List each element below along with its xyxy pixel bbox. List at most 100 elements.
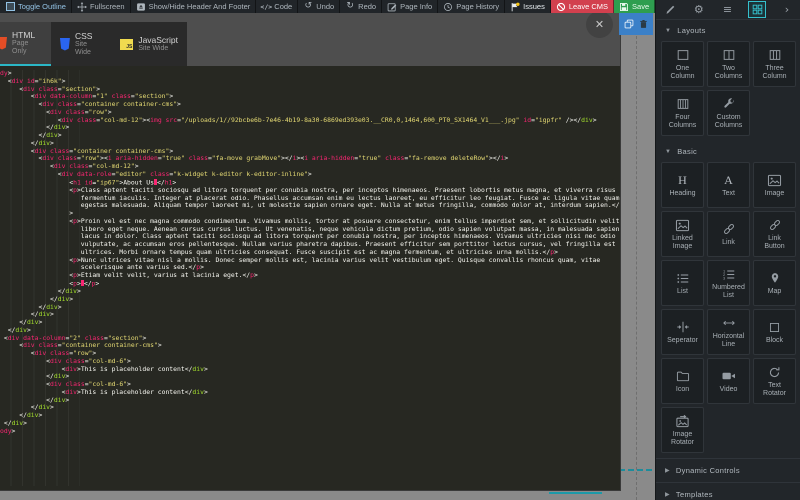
widget-tile-map[interactable]: Map [753, 260, 796, 306]
horizontal-line-icon [722, 316, 736, 331]
toolbar-label: Save [632, 2, 650, 11]
toolbar-page-info-button[interactable]: Page Info [382, 0, 439, 13]
widget-tile-label: Four Columns [668, 113, 697, 129]
widget-tile-label: Seperator [667, 336, 698, 344]
section-header-dynamic-controls[interactable]: ▶ Dynamic Controls [656, 458, 800, 482]
history-icon [443, 2, 453, 12]
numbered-list-icon: 123 [722, 267, 736, 282]
tab-text: HTML Page Only [12, 30, 42, 56]
sidebar-sections: ▼ Layouts One Column Two Columns Three Colum… [656, 20, 800, 500]
leave-icon [556, 2, 566, 12]
widget-tile-icon[interactable]: Icon [661, 358, 704, 404]
toolbar-label: Issues [523, 2, 545, 11]
image-icon [675, 218, 690, 233]
html-file-icon [0, 36, 8, 50]
section-label: Dynamic Controls [675, 466, 740, 475]
toolbar-label: Undo [316, 2, 335, 11]
toolbar-code-button[interactable]: </> Code [256, 0, 299, 13]
toolbar-save-button[interactable]: Save [614, 0, 656, 13]
undo-icon: ↺ [304, 1, 312, 11]
menu-icon[interactable]: ≡ [720, 2, 736, 17]
grid-icon[interactable] [748, 1, 767, 18]
widget-tile-label: List [677, 287, 688, 295]
toolbar-label: Redo [358, 2, 377, 11]
widget-tile-link[interactable]: Link [707, 211, 750, 257]
widget-tile-label: Icon [675, 385, 690, 393]
tab-title: HTML [12, 30, 36, 40]
toolbar-leave-cms-button[interactable]: Leave CMS [550, 0, 615, 13]
tab-text: JavaScript Site Wide [138, 35, 178, 53]
widget-tile-numbered-list[interactable]: 1 2 3 Numbered List [707, 260, 750, 306]
widget-tile-two-columns[interactable]: Two Columns [707, 41, 750, 87]
toolbar-label: Fullscreen [89, 2, 125, 11]
map-pin-icon [769, 271, 781, 286]
widget-tile-block[interactable]: Block [753, 309, 796, 355]
widget-tile-label: One Column [670, 64, 695, 80]
video-icon [721, 369, 736, 384]
tab-html[interactable]: HTML Page Only [0, 22, 51, 66]
tile-grid-layouts: One Column Two Columns Three Column Four Co… [656, 41, 800, 141]
triangle-right-icon: ▶ [665, 492, 670, 498]
toolbar-label: Code [274, 2, 293, 11]
widget-tile-linked-image[interactable]: Linked Image [661, 211, 704, 257]
trash-icon[interactable] [639, 19, 649, 29]
toolbar-show-hide-header-and-footer-button[interactable]: Show/Hide Header And Footer [131, 0, 257, 13]
row-actions-toolbar [619, 13, 653, 35]
widget-tile-three-column[interactable]: Three Column [753, 41, 796, 87]
toolbar-toggle-outline-button[interactable]: Toggle Outline [0, 0, 72, 13]
tab-subtitle: Page Only [12, 40, 29, 55]
widget-tile-list[interactable]: List [661, 260, 704, 306]
toolbar-label: Show/Hide Header And Footer [148, 2, 251, 11]
tab-javascript[interactable]: JS JavaScript Site Wide [111, 22, 187, 66]
pencil-icon[interactable] [662, 2, 678, 17]
chevron-right-icon[interactable]: › [779, 2, 795, 17]
toolbar-redo-button[interactable]: ↻ Redo [340, 0, 383, 13]
widget-tile-label: Linked Image [672, 234, 693, 250]
widget-tile-four-columns[interactable]: Four Columns [661, 90, 704, 136]
widget-tile-image-rotator[interactable]: Image Rotator [661, 407, 704, 453]
section-label: Templates [675, 490, 713, 499]
widget-tile-text[interactable]: A Text [707, 162, 750, 208]
section-header-layouts[interactable]: ▼ Layouts [656, 20, 800, 41]
save-icon [619, 2, 629, 12]
sidebar-toolbar: ⚙ ≡ › [656, 0, 800, 20]
rotate-icon [768, 365, 781, 380]
toolbar-fullscreen-button[interactable]: Fullscreen [72, 0, 131, 13]
gear-icon[interactable]: ⚙ [691, 2, 707, 17]
block-icon [768, 320, 781, 335]
widget-tile-seperator[interactable]: Seperator [661, 309, 704, 355]
widget-tile-text-rotator[interactable]: Text Rotator [753, 358, 796, 404]
close-editor-button[interactable]: ✕ [586, 11, 613, 38]
code-text[interactable]: dy> <div id="ih6k"> <div class="section"… [0, 66, 620, 435]
section-header-templates[interactable]: ▶ Templates [656, 482, 800, 500]
widget-tile-heading[interactable]: H Heading [661, 162, 704, 208]
folder-icon [676, 369, 690, 384]
widget-tile-label: Horizontal Line [712, 332, 745, 348]
section-header-basic[interactable]: ▼ Basic [656, 141, 800, 162]
tab-css[interactable]: CSS Site Wide [51, 22, 111, 66]
widget-tile-image[interactable]: Image [753, 162, 796, 208]
toolbar-page-history-button[interactable]: Page History [438, 0, 506, 13]
tab-subtitle: Site Wide [138, 45, 169, 52]
widget-tile-label: Map [767, 287, 782, 295]
toolbar-issues-button[interactable]: Issues [505, 0, 551, 13]
toolbar-label: Page History [456, 2, 500, 11]
widget-tile-one-column[interactable]: One Column [661, 41, 704, 87]
toolbar-label: Leave CMS [568, 2, 609, 11]
link-icon [768, 218, 782, 233]
widget-tile-horizontal-line[interactable]: Horizontal Line [707, 309, 750, 355]
widget-tile-link-button[interactable]: Link Button [753, 211, 796, 257]
panel-resize-indicator [549, 492, 602, 494]
drop-indicator-line [619, 469, 652, 471]
code-area[interactable]: dy> <div id="ih6k"> <div class="section"… [0, 66, 620, 490]
two-columns-icon [722, 48, 736, 63]
section-label: Basic [677, 147, 698, 156]
widget-tile-label: Image [764, 189, 785, 197]
widget-tile-video[interactable]: Video [707, 358, 750, 404]
separator-icon [676, 320, 690, 335]
image-rotate-icon [675, 414, 690, 429]
widget-tile-custom-columns[interactable]: Custom Columns [707, 90, 750, 136]
toolbar-undo-button[interactable]: ↺ Undo [298, 0, 341, 13]
duplicate-icon[interactable] [624, 19, 634, 29]
editor-tabs: HTML Page Only CSS Site Wide JS JavaScript Sit… [0, 22, 187, 66]
